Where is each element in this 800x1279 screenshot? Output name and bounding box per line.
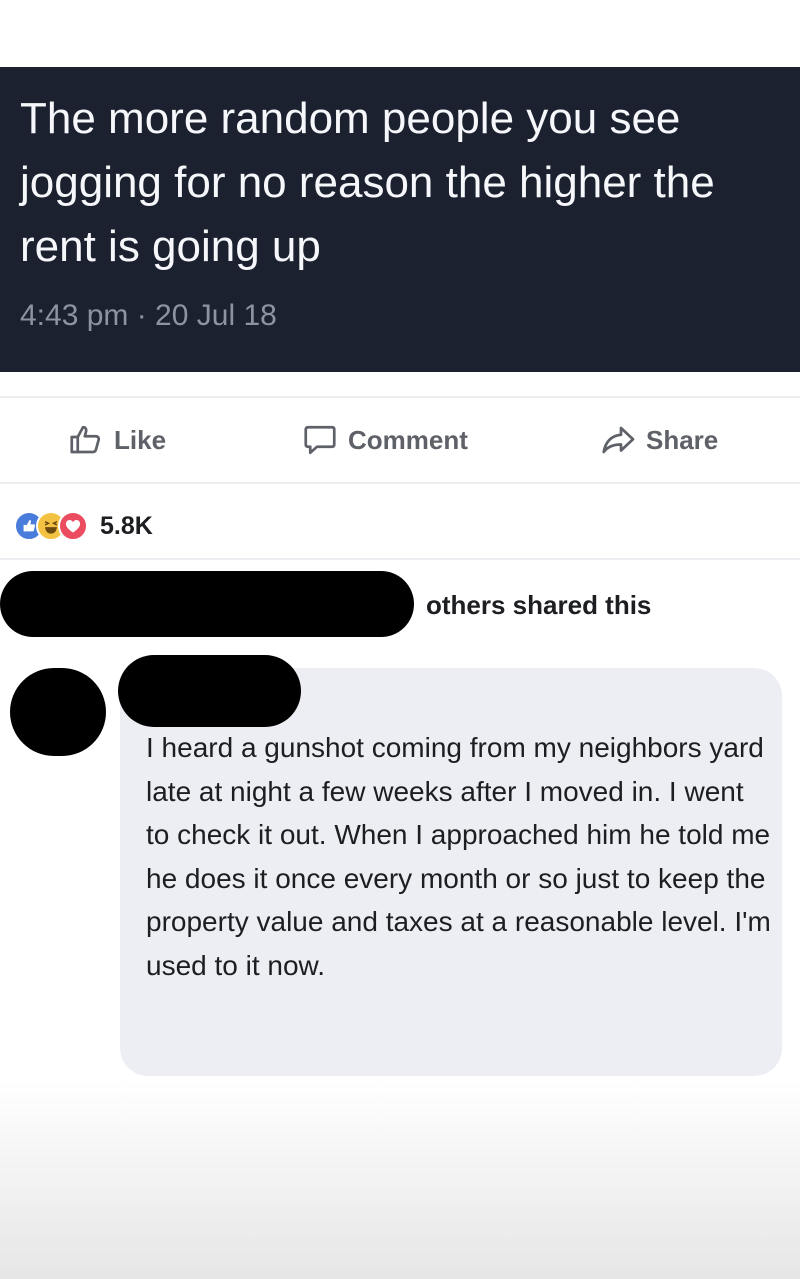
divider (0, 558, 800, 560)
share-label: Share (646, 424, 719, 455)
speech-bubble-icon (304, 425, 336, 455)
thumbs-up-icon (70, 425, 101, 454)
redacted-avatar (10, 668, 106, 756)
tweet-timestamp: 4:43 pm · 20 Jul 18 (20, 299, 277, 332)
reaction-summary[interactable]: 5.8K (14, 508, 153, 544)
share-button[interactable]: Share (600, 418, 718, 462)
share-arrow-icon (602, 426, 635, 454)
like-button[interactable]: Like (68, 418, 166, 462)
like-label: Like (114, 424, 167, 455)
reaction-count: 5.8K (100, 511, 153, 540)
redacted-names (0, 571, 414, 637)
redacted-commenter-name (118, 655, 301, 727)
shares-label[interactable]: others shared this (426, 590, 651, 621)
background-fade (0, 1080, 800, 1279)
tweet-text: The more random people you see jogging f… (20, 94, 715, 271)
divider (0, 482, 800, 484)
embedded-tweet: The more random people you see jogging f… (0, 67, 800, 372)
heart-reaction-icon (58, 511, 88, 541)
divider (0, 396, 800, 398)
comment-text: I heard a gunshot coming from my neighbo… (146, 732, 771, 981)
comment-label: Comment (348, 424, 468, 455)
comment-button[interactable]: Comment (302, 418, 468, 462)
